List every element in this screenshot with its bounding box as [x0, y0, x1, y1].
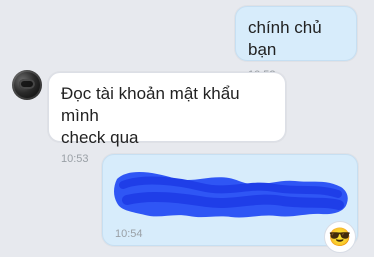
message-text: chính chủ bạn	[248, 18, 327, 59]
message-time: 10:54	[115, 228, 143, 240]
redaction-scribble-icon	[114, 171, 348, 218]
user-avatar-icon[interactable]	[12, 70, 42, 100]
message-bubble-redacted[interactable]: 10:54	[102, 154, 358, 246]
message-bubble-outgoing[interactable]: chính chủ bạn 10:52	[235, 6, 357, 81]
reaction-emoji: 😎	[328, 227, 352, 247]
message-text: Đọc tài khoản mật khẩu mình check qua	[61, 84, 240, 147]
sunglasses-emoji-icon[interactable]: 😎	[324, 221, 356, 253]
message-bubble-incoming[interactable]: Đọc tài khoản mật khẩu mình check qua 10…	[48, 72, 286, 165]
chat-conversation: chính chủ bạn 10:52 Đọc tài khoản mật kh…	[0, 0, 374, 257]
